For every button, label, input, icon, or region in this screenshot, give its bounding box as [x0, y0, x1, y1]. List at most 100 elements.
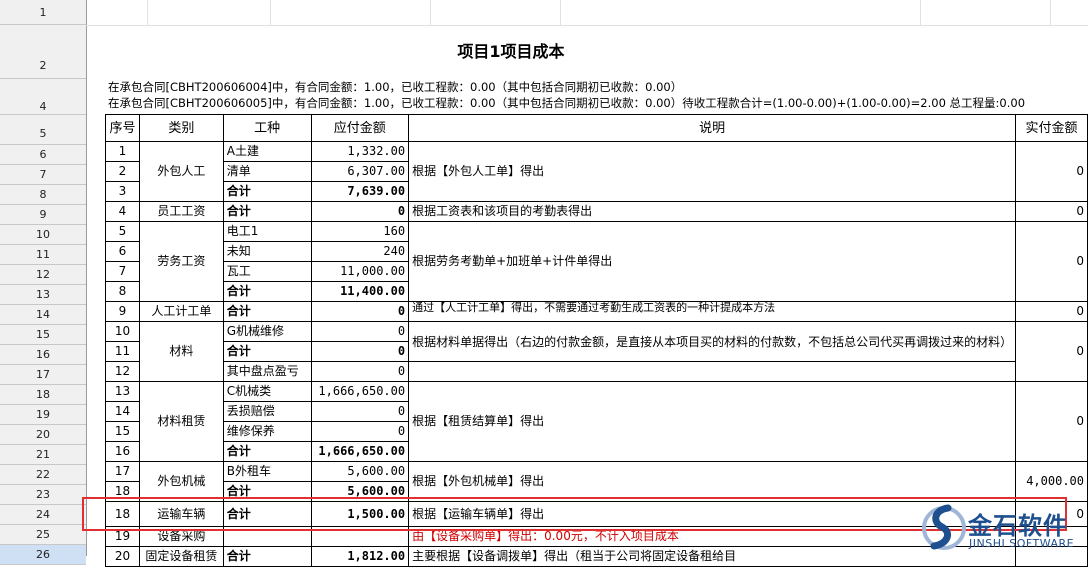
seq-cell[interactable]: 13 — [105, 381, 140, 402]
work-cell[interactable]: 合计 — [222, 546, 312, 567]
amount-cell[interactable]: 0 — [310, 321, 410, 342]
paid-cell[interactable]: 0 — [1015, 321, 1088, 382]
type-cell[interactable]: 外包人工 — [138, 141, 224, 202]
amount-cell[interactable]: 1,666,650.00 — [310, 381, 410, 402]
seq-cell[interactable]: 3 — [105, 181, 140, 202]
paid-cell[interactable]: 0 — [1015, 301, 1088, 322]
amount-cell[interactable]: 0 — [310, 301, 410, 322]
row-number[interactable]: 14 — [0, 305, 86, 325]
work-cell[interactable]: A土建 — [222, 141, 312, 162]
work-cell[interactable]: 丢损赔偿 — [222, 401, 312, 422]
work-cell[interactable] — [222, 526, 312, 547]
seq-cell[interactable]: 9 — [105, 301, 140, 322]
amount-cell[interactable]: 5,600.00 — [310, 481, 410, 502]
desc-cell[interactable]: 通过【人工计工单】得出，不需要通过考勤生成工资表的一种计提成本方法 — [408, 301, 1017, 322]
header-cell[interactable]: 序号 — [105, 114, 140, 142]
work-cell[interactable]: 合计 — [222, 301, 312, 322]
work-cell[interactable]: 合计 — [222, 501, 312, 527]
paid-cell[interactable]: 4,000.00 — [1015, 461, 1088, 502]
desc-cell[interactable]: 根据【外包人工单】得出 — [408, 141, 1017, 202]
seq-cell[interactable]: 14 — [105, 401, 140, 422]
seq-cell[interactable]: 17 — [105, 461, 140, 482]
row-number[interactable]: 4 — [0, 79, 86, 115]
seq-cell[interactable]: 16 — [105, 441, 140, 462]
row-number[interactable]: 22 — [0, 465, 86, 485]
amount-cell[interactable]: 160 — [310, 221, 410, 242]
type-cell[interactable]: 员工工资 — [138, 201, 224, 222]
seq-cell[interactable]: 4 — [105, 201, 140, 222]
work-cell[interactable]: 合计 — [222, 341, 312, 362]
header-cell[interactable]: 类别 — [138, 114, 224, 142]
work-cell[interactable]: 合计 — [222, 181, 312, 202]
seq-cell[interactable]: 2 — [105, 161, 140, 182]
seq-cell[interactable]: 20 — [105, 546, 140, 567]
row-number[interactable]: 13 — [0, 285, 86, 305]
type-cell[interactable]: 劳务工资 — [138, 221, 224, 302]
seq-cell[interactable]: 18 — [105, 481, 140, 502]
header-cell[interactable]: 实付金额 — [1015, 114, 1088, 142]
seq-cell[interactable]: 11 — [105, 341, 140, 362]
row-number[interactable]: 18 — [0, 385, 86, 405]
row-number[interactable]: 19 — [0, 405, 86, 425]
seq-cell[interactable]: 1 — [105, 141, 140, 162]
work-cell[interactable]: 合计 — [222, 281, 312, 302]
row-number[interactable]: 9 — [0, 205, 86, 225]
header-cell[interactable]: 工种 — [222, 114, 312, 142]
amount-cell[interactable]: 5,600.00 — [310, 461, 410, 482]
row-number[interactable]: 7 — [0, 165, 86, 185]
amount-cell[interactable]: 1,666,650.00 — [310, 441, 410, 462]
row-number[interactable]: 8 — [0, 185, 86, 205]
amount-cell[interactable]: 11,000.00 — [310, 261, 410, 282]
header-cell[interactable]: 说明 — [408, 114, 1017, 142]
type-cell[interactable]: 固定设备租赁 — [138, 546, 224, 567]
seq-cell[interactable]: 12 — [105, 361, 140, 382]
type-cell[interactable]: 材料 — [138, 321, 224, 382]
seq-cell[interactable]: 15 — [105, 421, 140, 442]
type-cell[interactable]: 材料租赁 — [138, 381, 224, 462]
row-number[interactable]: 1 — [0, 0, 86, 25]
amount-cell[interactable]: 1,500.00 — [310, 501, 410, 527]
row-number[interactable]: 11 — [0, 245, 86, 265]
amount-cell[interactable] — [310, 526, 410, 547]
row-number[interactable]: 21 — [0, 445, 86, 465]
desc-cell[interactable]: 根据【租赁结算单】得出 — [408, 381, 1017, 462]
row-number[interactable]: 17 — [0, 365, 86, 385]
seq-cell[interactable]: 18 — [105, 501, 140, 527]
row-number[interactable]: 23 — [0, 485, 86, 505]
amount-cell[interactable]: 240 — [310, 241, 410, 262]
seq-cell[interactable]: 8 — [105, 281, 140, 302]
work-cell[interactable]: 瓦工 — [222, 261, 312, 282]
amount-cell[interactable]: 0 — [310, 201, 410, 222]
amount-cell[interactable]: 0 — [310, 361, 410, 382]
amount-cell[interactable]: 11,400.00 — [310, 281, 410, 302]
paid-cell[interactable]: 0 — [1015, 141, 1088, 202]
row-number[interactable]: 6 — [0, 145, 86, 165]
seq-cell[interactable]: 7 — [105, 261, 140, 282]
work-cell[interactable]: 维修保养 — [222, 421, 312, 442]
work-cell[interactable]: 合计 — [222, 201, 312, 222]
type-cell[interactable]: 外包机械 — [138, 461, 224, 502]
desc-cell[interactable]: 根据劳务考勤单+加班单+计件单得出 — [408, 221, 1017, 302]
amount-cell[interactable]: 1,812.00 — [310, 546, 410, 567]
amount-cell[interactable]: 0 — [310, 341, 410, 362]
desc-cell[interactable]: 根据工资表和该项目的考勤表得出 — [408, 201, 1017, 222]
desc-cell[interactable]: 根据【外包机械单】得出 — [408, 461, 1017, 502]
desc-cell[interactable] — [408, 361, 1017, 382]
desc-cell[interactable]: 根据材料单据得出（右边的付款金额，是直接从本项目买的材料的付款数，不包括总公司代… — [408, 321, 1017, 362]
paid-cell[interactable]: 0 — [1015, 381, 1088, 462]
work-cell[interactable]: 其中盘点盈亏 — [222, 361, 312, 382]
header-cell[interactable]: 应付金额 — [310, 114, 410, 142]
work-cell[interactable]: G机械维修 — [222, 321, 312, 342]
row-number[interactable]: 24 — [0, 505, 86, 525]
amount-cell[interactable]: 0 — [310, 401, 410, 422]
type-cell[interactable]: 运输车辆 — [138, 501, 224, 527]
work-cell[interactable]: 清单 — [222, 161, 312, 182]
seq-cell[interactable]: 6 — [105, 241, 140, 262]
seq-cell[interactable]: 5 — [105, 221, 140, 242]
seq-cell[interactable]: 10 — [105, 321, 140, 342]
amount-cell[interactable]: 7,639.00 — [310, 181, 410, 202]
work-cell[interactable]: C机械类 — [222, 381, 312, 402]
row-number[interactable]: 26 — [0, 545, 86, 565]
row-number[interactable]: 20 — [0, 425, 86, 445]
row-number[interactable]: 10 — [0, 225, 86, 245]
